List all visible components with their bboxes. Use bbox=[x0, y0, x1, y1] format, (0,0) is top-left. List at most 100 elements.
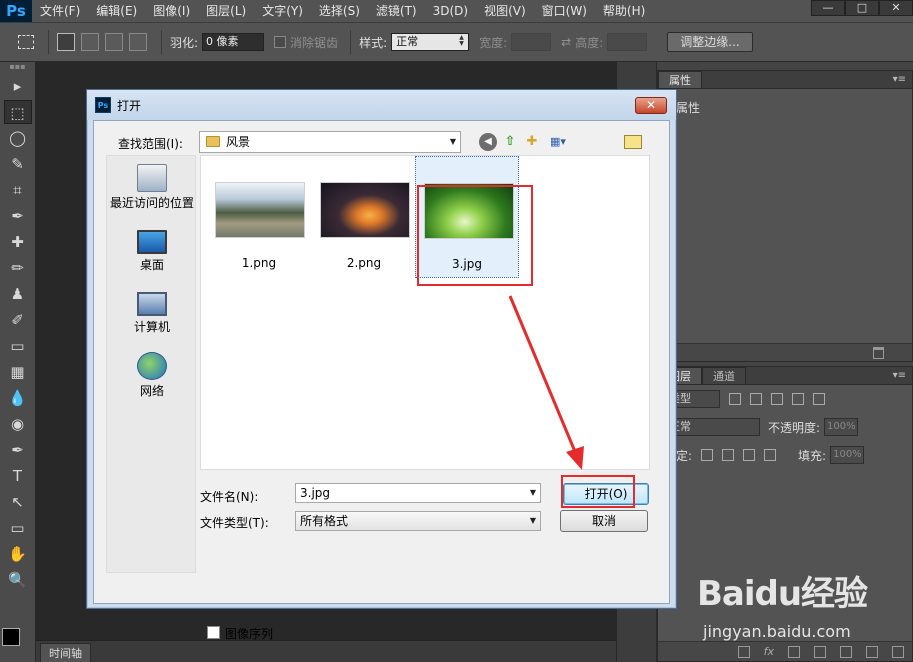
pixel-filter-icon[interactable] bbox=[729, 393, 741, 405]
menu-view[interactable]: 视图(V) bbox=[476, 0, 534, 22]
menu-edit[interactable]: 编辑(E) bbox=[88, 0, 145, 22]
add-mask-icon[interactable] bbox=[788, 645, 800, 658]
options-bar: 羽化: 0 像素 消除锯齿 样式: 正常 宽度: ⇄ 高度: 调整边缘... bbox=[0, 22, 913, 62]
trash-icon[interactable] bbox=[892, 645, 904, 658]
path-selection-tool-icon[interactable]: ↖ bbox=[4, 490, 32, 514]
back-icon[interactable]: ◀ bbox=[479, 133, 497, 151]
look-in-combo[interactable]: 风景 ▼ bbox=[199, 131, 461, 153]
menu-help[interactable]: 帮助(H) bbox=[595, 0, 653, 22]
preview-toggle-icon[interactable] bbox=[624, 135, 642, 149]
pen-tool-icon[interactable]: ✒ bbox=[4, 438, 32, 462]
foreground-color-swatch[interactable] bbox=[2, 628, 20, 646]
new-layer-icon[interactable] bbox=[866, 645, 878, 658]
tab-channels[interactable]: 通道 bbox=[702, 367, 746, 384]
brush-tool-icon[interactable]: ✏ bbox=[4, 256, 32, 280]
window-controls: — □ ✕ bbox=[811, 0, 913, 16]
type-filter-icon[interactable] bbox=[771, 393, 783, 405]
file-item[interactable]: 2.png bbox=[312, 156, 416, 278]
place-recent[interactable]: 最近访问的位置 bbox=[107, 164, 197, 211]
quick-selection-tool-icon[interactable]: ✎ bbox=[4, 152, 32, 176]
menu-layer[interactable]: 图层(L) bbox=[198, 0, 254, 22]
layer-style-icon[interactable]: fx bbox=[764, 645, 774, 658]
close-window-button[interactable]: ✕ bbox=[879, 0, 913, 16]
panel-menu-icon[interactable]: ▾≡ bbox=[893, 71, 912, 88]
restore-button[interactable]: □ bbox=[845, 0, 879, 16]
view-menu-icon[interactable]: ▦▾ bbox=[545, 133, 571, 151]
image-sequence-label: 图像序列 bbox=[225, 627, 274, 641]
add-to-selection-icon[interactable] bbox=[81, 33, 99, 51]
menu-file[interactable]: 文件(F) bbox=[32, 0, 88, 22]
menu-3d[interactable]: 3D(D) bbox=[425, 0, 476, 22]
filetype-select[interactable]: 所有格式 ▼ bbox=[295, 511, 541, 531]
shape-filter-icon[interactable] bbox=[792, 393, 804, 405]
lock-all-icon[interactable] bbox=[764, 449, 777, 461]
new-folder-icon[interactable]: ✚ bbox=[523, 133, 541, 151]
menu-window[interactable]: 窗口(W) bbox=[534, 0, 595, 22]
healing-brush-tool-icon[interactable]: ✚ bbox=[4, 230, 32, 254]
chevron-down-icon: ▼ bbox=[449, 137, 456, 146]
menu-select[interactable]: 选择(S) bbox=[311, 0, 368, 22]
fill-input[interactable]: 100% bbox=[830, 446, 865, 464]
subtract-from-selection-icon[interactable] bbox=[105, 33, 123, 51]
menu-filter[interactable]: 滤镜(T) bbox=[368, 0, 425, 22]
eyedropper-tool-icon[interactable]: ✒ bbox=[4, 204, 32, 228]
refine-edge-button[interactable]: 调整边缘... bbox=[667, 32, 753, 52]
adjustment-layer-icon[interactable] bbox=[814, 645, 826, 658]
up-folder-icon[interactable]: ⇧ bbox=[501, 133, 519, 151]
new-selection-icon[interactable] bbox=[57, 33, 75, 51]
smart-object-filter-icon[interactable] bbox=[813, 393, 825, 405]
crop-tool-icon[interactable]: ⌗ bbox=[4, 178, 32, 202]
rectangle-tool-icon[interactable]: ▭ bbox=[4, 516, 32, 540]
toolbox-grip[interactable]: ▪▪▪ bbox=[0, 62, 35, 72]
height-input[interactable] bbox=[607, 33, 648, 51]
link-layers-icon[interactable] bbox=[737, 645, 750, 658]
zoom-tool-icon[interactable]: 🔍 bbox=[4, 568, 32, 592]
filename-input[interactable]: 3.jpg ▼ bbox=[295, 483, 541, 503]
height-label: 高度: bbox=[575, 35, 604, 50]
color-swatches[interactable] bbox=[2, 628, 32, 654]
lock-transparency-icon[interactable] bbox=[701, 449, 714, 461]
swap-dimensions-icon[interactable]: ⇄ bbox=[561, 35, 571, 49]
width-input[interactable] bbox=[511, 33, 552, 51]
place-desktop[interactable]: 桌面 bbox=[107, 230, 197, 273]
dialog-titlebar[interactable]: Ps 打开 ✕ bbox=[87, 90, 676, 120]
new-group-icon[interactable] bbox=[840, 645, 852, 658]
style-select[interactable]: 正常 bbox=[391, 33, 470, 51]
place-computer[interactable]: 计算机 bbox=[107, 292, 197, 335]
file-item[interactable]: 1.png bbox=[207, 156, 311, 278]
gradient-tool-icon[interactable]: ▦ bbox=[4, 360, 32, 384]
history-brush-tool-icon[interactable]: ✐ bbox=[4, 308, 32, 332]
file-name: 1.png bbox=[241, 256, 277, 270]
dialog-close-button[interactable]: ✕ bbox=[635, 97, 667, 114]
trash-icon[interactable] bbox=[873, 347, 884, 359]
dodge-tool-icon[interactable]: ◉ bbox=[4, 412, 32, 436]
antialias-checkbox[interactable] bbox=[274, 36, 287, 48]
lock-pixels-icon[interactable] bbox=[722, 449, 735, 461]
menu-image[interactable]: 图像(I) bbox=[145, 0, 198, 22]
hand-tool-icon[interactable]: ✋ bbox=[4, 542, 32, 566]
move-tool-icon[interactable]: ▸ bbox=[4, 74, 32, 98]
type-tool-icon[interactable]: T bbox=[4, 464, 32, 488]
opacity-input[interactable]: 100% bbox=[824, 418, 859, 436]
blur-tool-icon[interactable]: 💧 bbox=[4, 386, 32, 410]
clone-stamp-tool-icon[interactable]: ♟ bbox=[4, 282, 32, 306]
lock-position-icon[interactable] bbox=[743, 449, 756, 461]
blend-mode-select[interactable]: 正常 bbox=[664, 418, 760, 436]
menu-type[interactable]: 文字(Y) bbox=[254, 0, 311, 22]
image-sequence-checkbox[interactable] bbox=[207, 626, 220, 639]
tab-timeline[interactable]: 时间轴 bbox=[40, 643, 91, 662]
feather-input[interactable]: 0 像素 bbox=[202, 33, 265, 51]
place-network[interactable]: 网络 bbox=[107, 352, 197, 399]
intersect-selection-icon[interactable] bbox=[129, 33, 147, 51]
marquee-tool-icon[interactable]: ⬚ bbox=[3, 100, 32, 124]
cancel-button[interactable]: 取消 bbox=[560, 510, 648, 532]
lasso-tool-icon[interactable]: ◯ bbox=[4, 126, 32, 150]
tab-properties[interactable]: 属性 bbox=[658, 71, 702, 88]
eraser-tool-icon[interactable]: ▭ bbox=[4, 334, 32, 358]
panel-menu-icon[interactable]: ▾≡ bbox=[893, 367, 912, 384]
filename-label: 文件名(N): bbox=[200, 490, 259, 504]
marquee-tool-preset-icon[interactable] bbox=[18, 35, 34, 49]
adjustment-filter-icon[interactable] bbox=[750, 393, 762, 405]
minimize-button[interactable]: — bbox=[811, 0, 845, 16]
network-icon bbox=[137, 352, 167, 380]
